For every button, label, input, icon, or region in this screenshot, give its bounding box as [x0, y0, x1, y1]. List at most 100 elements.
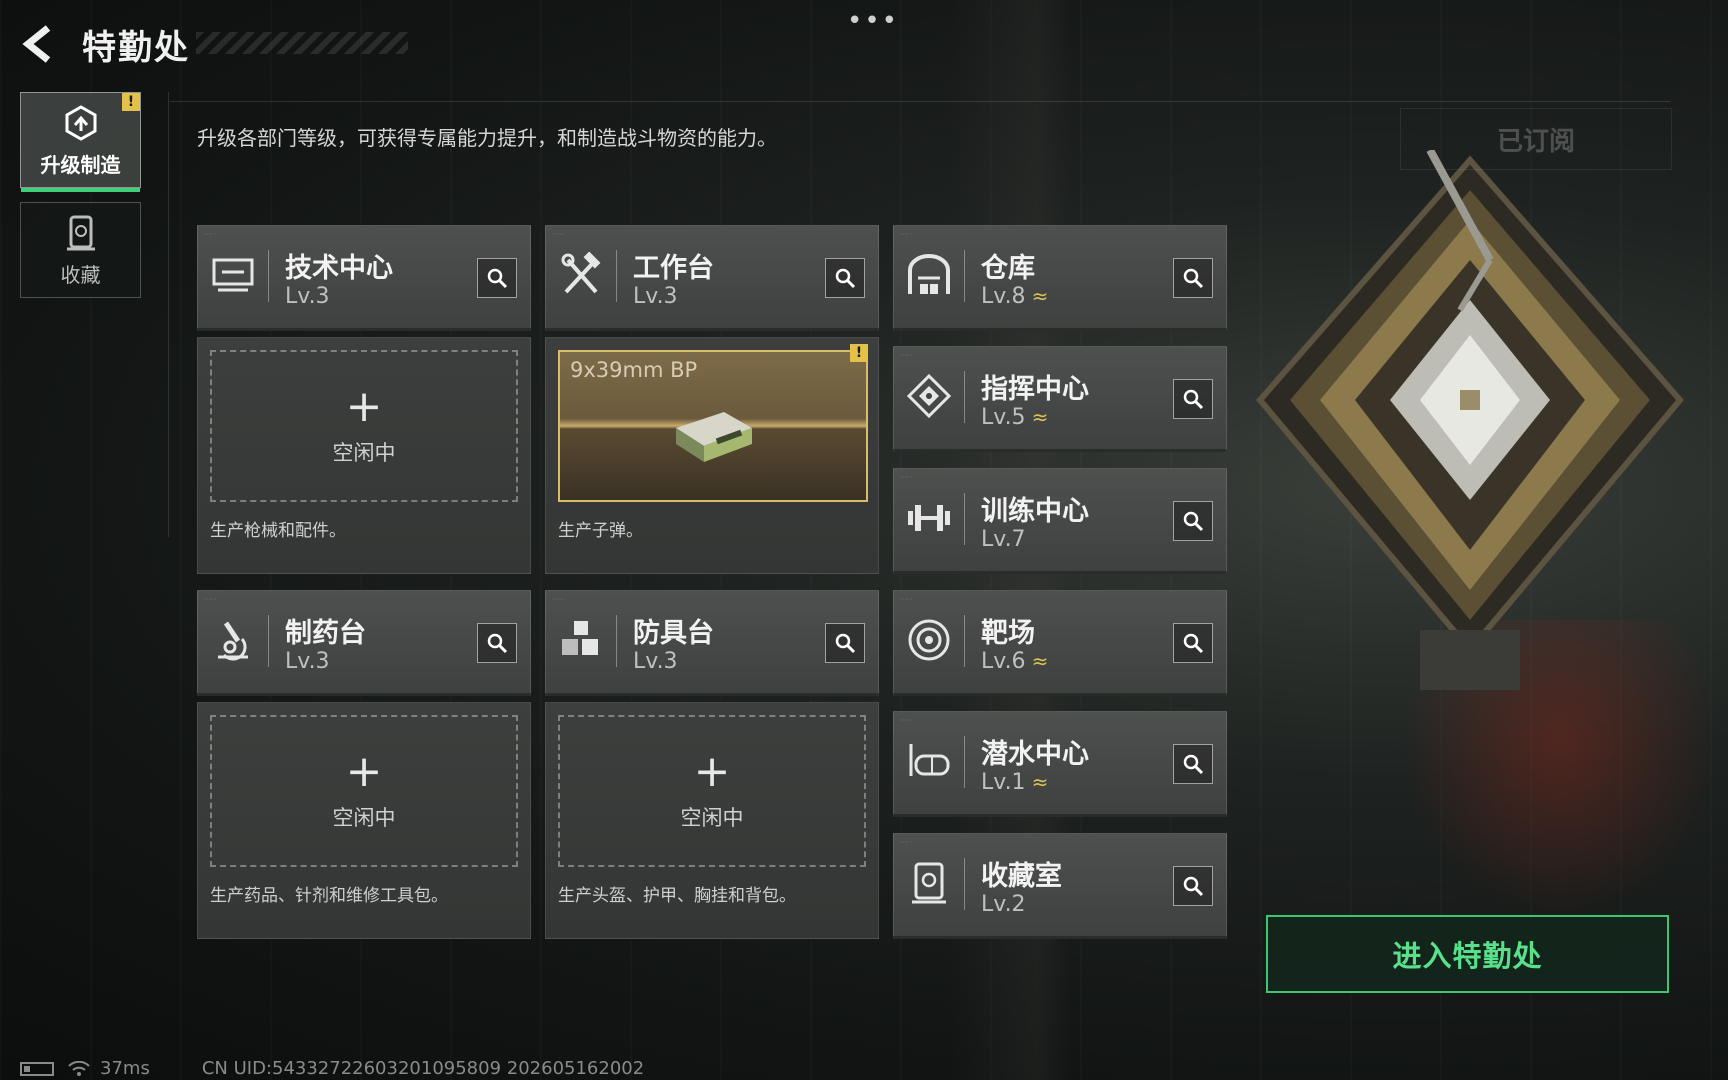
- dept-name: 训练中心: [981, 496, 1089, 527]
- dept-card-warehouse[interactable]: ····· 仓库 Lv.8 ≈: [893, 225, 1227, 331]
- card-separator: [964, 615, 965, 667]
- card-corner-mark: ·····: [900, 473, 913, 482]
- slot-status: 空闲中: [680, 806, 744, 830]
- inspect-button[interactable]: [477, 623, 517, 663]
- dept-name: 收藏室: [981, 861, 1062, 892]
- dept-card-shooting-range[interactable]: ····· 靶场 Lv.6 ≈: [893, 590, 1227, 696]
- search-icon: [1183, 511, 1204, 532]
- cubes-icon: [562, 621, 598, 655]
- inspect-button[interactable]: [477, 258, 517, 298]
- card-corner-mark: ·····: [552, 595, 565, 604]
- production-slot-empty[interactable]: + 空闲中: [210, 715, 518, 867]
- search-icon: [1183, 268, 1204, 289]
- upgrade-available-icon: ≈: [1031, 405, 1049, 429]
- subscribed-label: 已订阅: [1400, 108, 1672, 170]
- upgrade-available-icon: ≈: [1031, 770, 1049, 794]
- dept-card-training-center[interactable]: ····· 训练中心 Lv.7: [893, 468, 1227, 574]
- dept-card-diving-center[interactable]: ····· 潜水中心 Lv.1 ≈: [893, 711, 1227, 817]
- dept-level: Lv.2: [981, 892, 1026, 917]
- card-corner-mark: ·····: [900, 230, 913, 239]
- dept-card-collection-room[interactable]: ····· 收藏室 Lv.2: [893, 833, 1227, 939]
- dept-level: Lv.6 ≈: [981, 649, 1049, 674]
- back-arrow-icon: [22, 25, 51, 63]
- page-description: 升级各部门等级，可获得专属能力提升，和制造战斗物资的能力。: [197, 126, 777, 150]
- inspect-button[interactable]: [1173, 379, 1213, 419]
- dept-level: Lv.7: [981, 527, 1026, 552]
- ammo-box-icon: [676, 412, 752, 462]
- production-slot-active[interactable]: 9x39mm BP !: [558, 344, 868, 502]
- inspect-button[interactable]: [1173, 623, 1213, 663]
- card-corner-mark: ·····: [204, 595, 217, 604]
- inspect-button[interactable]: [825, 623, 865, 663]
- card-separator: [964, 858, 965, 910]
- production-description: 生产药品、针剂和维修工具包。: [210, 886, 448, 906]
- dept-name: 潜水中心: [981, 739, 1089, 770]
- dept-level: Lv.1 ≈: [981, 770, 1049, 795]
- production-slot-empty[interactable]: + 空闲中: [210, 350, 518, 502]
- production-panel-tech-center: + 空闲中 生产枪械和配件。: [197, 337, 531, 574]
- dept-level: Lv.8 ≈: [981, 284, 1049, 309]
- status-bar: 37ms CN UID:5433272260320109580​9 202605…: [20, 1058, 644, 1079]
- inspect-button[interactable]: [825, 258, 865, 298]
- more-menu-button[interactable]: •••: [847, 6, 899, 36]
- user-uid: CN UID:5433272260320109580​9 20260516200…: [201, 1058, 645, 1079]
- sidebar-tab-collection[interactable]: 收藏: [20, 202, 141, 298]
- search-icon: [835, 268, 856, 289]
- dept-name: 技术中心: [285, 253, 393, 284]
- card-separator: [964, 736, 965, 788]
- battery-icon: [20, 1061, 54, 1076]
- production-description: 生产枪械和配件。: [210, 521, 346, 541]
- dept-card-tech-center[interactable]: ····· 技术中心 Lv.3: [197, 225, 531, 331]
- inspect-button[interactable]: [1173, 866, 1213, 906]
- special-ops-cube-artwork: [1256, 150, 1684, 690]
- slot-status: 空闲中: [332, 806, 396, 830]
- computer-icon: [212, 258, 254, 292]
- search-icon: [1183, 754, 1204, 775]
- dept-card-armor-bench[interactable]: ····· 防具台 Lv.3: [545, 590, 879, 696]
- ping-value: 37ms: [100, 1058, 150, 1079]
- upgrade-available-icon: ≈: [1031, 284, 1049, 308]
- wifi-icon: [68, 1060, 90, 1076]
- dept-name: 指挥中心: [981, 374, 1089, 405]
- search-icon: [1183, 389, 1204, 410]
- card-separator: [964, 371, 965, 423]
- divider: [170, 101, 1670, 102]
- upgrade-available-icon: ≈: [1031, 649, 1049, 673]
- inspect-button[interactable]: [1173, 258, 1213, 298]
- production-slot-empty[interactable]: + 空闲中: [558, 715, 866, 867]
- dept-level: Lv.5 ≈: [981, 405, 1049, 430]
- inspect-button[interactable]: [1173, 744, 1213, 784]
- add-icon: +: [693, 746, 731, 797]
- active-tab-indicator: [21, 188, 140, 192]
- production-panel-pharmacy: + 空闲中 生产药品、针剂和维修工具包。: [197, 702, 531, 939]
- collection-icon: [912, 862, 946, 904]
- warehouse-icon: [908, 254, 950, 294]
- enter-special-ops-button[interactable]: 进入特勤处: [1266, 915, 1669, 993]
- production-panel-workbench: 9x39mm BP ! 生产子弹。: [545, 337, 879, 574]
- back-button[interactable]: [18, 22, 62, 66]
- add-icon: +: [345, 381, 383, 432]
- production-description: 生产头盔、护甲、胸挂和背包。: [558, 886, 796, 906]
- warning-badge: !: [850, 344, 868, 362]
- dept-card-workbench[interactable]: ····· 工作台 Lv.3: [545, 225, 879, 331]
- search-icon: [1183, 876, 1204, 897]
- dept-level: Lv.3: [285, 649, 330, 674]
- sidebar-tab-label: 升级制造: [40, 152, 121, 177]
- diving-mask-icon: [909, 744, 950, 776]
- dept-card-command-center[interactable]: ····· 指挥中心 Lv.5 ≈: [893, 346, 1227, 452]
- search-icon: [487, 633, 508, 654]
- sidebar-tab-upgrade-craft[interactable]: 升级制造 !: [20, 92, 141, 192]
- card-separator: [964, 493, 965, 545]
- inspect-button[interactable]: [1173, 501, 1213, 541]
- target-icon: [908, 619, 950, 661]
- warning-badge: !: [122, 93, 140, 111]
- sidebar-tab-label: 收藏: [60, 262, 101, 287]
- dept-name: 仓库: [981, 253, 1035, 284]
- production-description: 生产子弹。: [558, 521, 643, 541]
- dept-level: Lv.3: [285, 284, 330, 309]
- upgrade-gear-icon: [65, 104, 96, 141]
- dumbbell-icon: [908, 505, 950, 531]
- card-separator: [616, 250, 617, 302]
- produced-item-name: 9x39mm BP: [570, 358, 698, 382]
- dept-card-pharmacy[interactable]: ····· 制药台 Lv.3: [197, 590, 531, 696]
